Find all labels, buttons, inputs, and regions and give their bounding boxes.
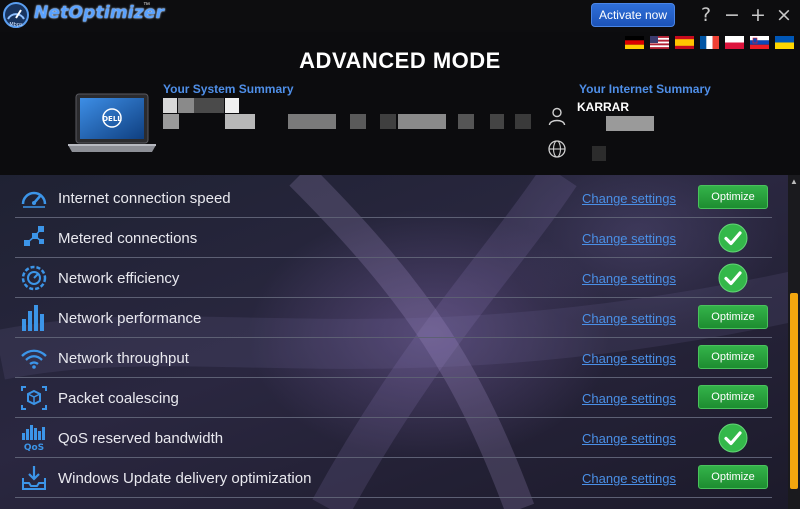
redacted-block [163, 114, 179, 129]
change-settings-link[interactable]: Change settings [582, 231, 676, 246]
change-settings-link[interactable]: Change settings [582, 351, 676, 366]
change-settings-link[interactable]: Change settings [582, 471, 676, 486]
system-summary-label: Your System Summary [163, 82, 294, 96]
row-qos-reserved-bandwidth: QoS QoS reserved bandwidth Change settin… [15, 418, 772, 458]
logo-text: Mbps [9, 22, 23, 28]
speedometer-logo-icon: Mbps [3, 2, 29, 28]
title-bar: Mbps NetOptimizer ™ Activate now ? − + × [0, 0, 800, 32]
globe-icon [548, 140, 566, 158]
redacted-block [380, 114, 396, 129]
check-circle-icon [718, 223, 748, 253]
row-label: Internet connection speed [58, 190, 231, 207]
redacted-block [458, 114, 474, 129]
row-label: Network performance [58, 310, 202, 327]
row-packet-coalescing: Packet coalescing Change settings Optimi… [15, 378, 772, 418]
change-settings-link[interactable]: Change settings [582, 271, 676, 286]
redacted-block [178, 98, 194, 113]
username: KARRAR [577, 100, 629, 114]
trademark-symbol: ™ [143, 2, 150, 9]
summary-header: ADVANCED MODE DELL Your System Summary Y… [0, 32, 800, 175]
bar-chart-icon [22, 305, 44, 331]
row-internet-connection-speed: Internet connection speed Change setting… [15, 178, 772, 218]
optimize-button[interactable]: Optimize [698, 305, 768, 329]
metered-connections-icon [24, 226, 44, 246]
laptop-icon: DELL [68, 93, 156, 152]
redacted-block [194, 98, 224, 113]
activate-now-button[interactable]: Activate now [591, 3, 675, 27]
scroll-thumb[interactable] [790, 293, 798, 489]
redacted-block [225, 114, 255, 129]
row-label: Packet coalescing [58, 390, 179, 407]
redacted-block [288, 114, 336, 129]
optimize-button[interactable]: Optimize [698, 465, 768, 489]
row-label: Network efficiency [58, 270, 180, 287]
user-icon [548, 107, 566, 126]
redacted-block [163, 98, 177, 113]
redacted-block [490, 114, 504, 129]
row-metered-connections: Metered connections Change settings [15, 218, 772, 258]
redacted-block [350, 114, 366, 129]
vertical-scrollbar[interactable]: ▲ [788, 175, 800, 509]
check-circle-icon [718, 263, 748, 293]
row-network-efficiency: Network efficiency Change settings [15, 258, 772, 298]
packet-icon [21, 386, 47, 410]
optimize-button[interactable]: Optimize [698, 385, 768, 409]
row-label: Network throughput [58, 350, 189, 367]
minimize-button[interactable]: − [722, 4, 742, 26]
change-settings-link[interactable]: Change settings [582, 191, 676, 206]
download-tray-icon [22, 466, 46, 490]
change-settings-link[interactable]: Change settings [582, 391, 676, 406]
optimize-button[interactable]: Optimize [698, 185, 768, 209]
row-label: Metered connections [58, 230, 198, 247]
row-label: Windows Update delivery optimization [58, 470, 312, 487]
redacted-block [515, 114, 531, 129]
efficiency-gauge-icon [21, 265, 47, 291]
internet-summary-label: Your Internet Summary [579, 82, 711, 96]
redacted-block [225, 98, 239, 113]
optimize-button[interactable]: Optimize [698, 345, 768, 369]
check-circle-icon [718, 423, 748, 453]
optimization-list: Internet connection speed Change setting… [0, 175, 800, 509]
laptop-brand-text: DELL [102, 115, 122, 123]
change-settings-link[interactable]: Change settings [582, 311, 676, 326]
qos-icon: QoS [22, 425, 45, 451]
redacted-block [398, 114, 446, 129]
row-network-throughput: Network throughput Change settings Optim… [15, 338, 772, 378]
maximize-button[interactable]: + [748, 4, 768, 26]
row-network-performance: Network performance Change settings Opti… [15, 298, 772, 338]
row-label: QoS reserved bandwidth [58, 430, 224, 447]
close-button[interactable]: × [774, 4, 794, 26]
wifi-icon [21, 349, 47, 369]
svg-text:QoS: QoS [24, 443, 44, 451]
help-button[interactable]: ? [696, 4, 716, 26]
speedometer-icon [21, 191, 47, 208]
redacted-block [592, 146, 606, 161]
row-windows-update-delivery-optimization: Windows Update delivery optimization Cha… [15, 458, 772, 498]
change-settings-link[interactable]: Change settings [582, 431, 676, 446]
redacted-block [606, 116, 654, 131]
scroll-up-arrow-icon[interactable]: ▲ [788, 177, 800, 187]
page-title: ADVANCED MODE [299, 48, 501, 73]
